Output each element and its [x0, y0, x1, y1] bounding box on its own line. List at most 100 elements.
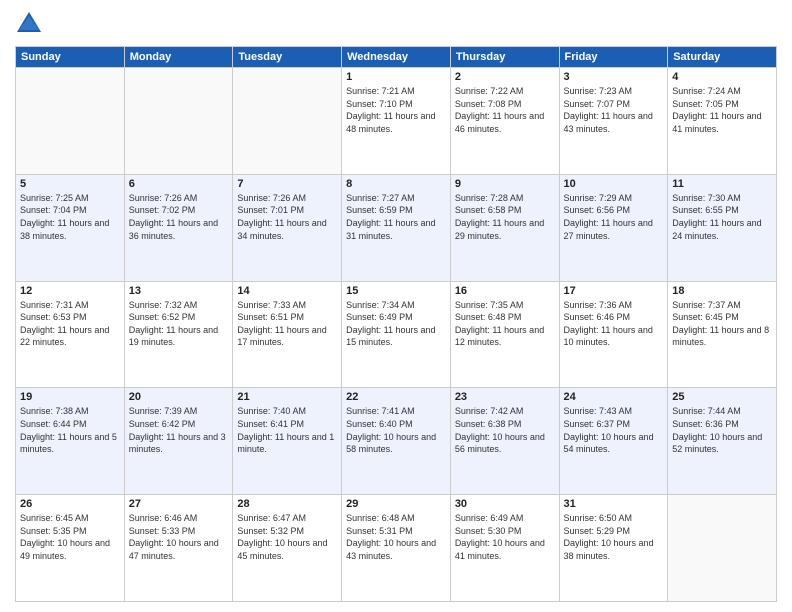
calendar-cell: 24 Sunrise: 7:43 AM Sunset: 6:37 PM Dayli… [559, 388, 668, 495]
calendar-header-monday: Monday [124, 47, 233, 68]
day-number: 28 [237, 498, 337, 510]
calendar-week-row: 1 Sunrise: 7:21 AM Sunset: 7:10 PM Daylig… [16, 68, 777, 175]
calendar-header-thursday: Thursday [450, 47, 559, 68]
calendar-cell: 20Sunrise: 7:39 AM Sunset: 6:42 PM Dayli… [124, 388, 233, 495]
calendar-cell: 9 Sunrise: 7:28 AM Sunset: 6:58 PM Daylig… [450, 174, 559, 281]
day-content: Sunrise: 7:37 AM Sunset: 6:45 PM Dayligh… [672, 299, 772, 349]
calendar-week-row: 12 Sunrise: 7:31 AM Sunset: 6:53 PM Dayli… [16, 281, 777, 388]
calendar-cell: 13 Sunrise: 7:32 AM Sunset: 6:52 PM Dayli… [124, 281, 233, 388]
day-number: 6 [129, 178, 229, 190]
day-content: Sunrise: 7:28 AM Sunset: 6:58 PM Dayligh… [455, 192, 555, 242]
day-number: 22 [346, 391, 446, 403]
calendar-header-tuesday: Tuesday [233, 47, 342, 68]
day-number: 23 [455, 391, 555, 403]
day-content: Sunrise: 7:42 AM Sunset: 6:38 PM Dayligh… [455, 405, 555, 455]
day-number: 2 [455, 71, 555, 83]
calendar-cell: 11 Sunrise: 7:30 AM Sunset: 6:55 PM Dayli… [668, 174, 777, 281]
calendar-cell: 28 Sunrise: 6:47 AM Sunset: 5:32 PM Dayli… [233, 495, 342, 602]
calendar-cell: 10Sunrise: 7:29 AM Sunset: 6:56 PM Dayli… [559, 174, 668, 281]
day-content: Sunrise: 7:23 AM Sunset: 7:07 PM Dayligh… [564, 85, 664, 135]
calendar-cell: 31 Sunrise: 6:50 AM Sunset: 5:29 PM Dayli… [559, 495, 668, 602]
calendar-week-row: 19 Sunrise: 7:38 AM Sunset: 6:44 PM Dayli… [16, 388, 777, 495]
calendar-cell: 14 Sunrise: 7:33 AM Sunset: 6:51 PM Dayli… [233, 281, 342, 388]
calendar-cell: 27 Sunrise: 6:46 AM Sunset: 5:33 PM Dayli… [124, 495, 233, 602]
day-content: Sunrise: 7:38 AM Sunset: 6:44 PM Dayligh… [20, 405, 120, 455]
day-content: Sunrise: 6:50 AM Sunset: 5:29 PM Dayligh… [564, 512, 664, 562]
calendar-cell: 12 Sunrise: 7:31 AM Sunset: 6:53 PM Dayli… [16, 281, 125, 388]
day-content: Sunrise: 6:47 AM Sunset: 5:32 PM Dayligh… [237, 512, 337, 562]
day-number: 31 [564, 498, 664, 510]
calendar-cell: 16Sunrise: 7:35 AM Sunset: 6:48 PM Dayli… [450, 281, 559, 388]
day-number: 12 [20, 285, 120, 297]
calendar-cell: 18Sunrise: 7:37 AM Sunset: 6:45 PM Dayli… [668, 281, 777, 388]
calendar-cell [124, 68, 233, 175]
calendar-week-row: 26 Sunrise: 6:45 AM Sunset: 5:35 PM Dayli… [16, 495, 777, 602]
day-number: 19 [20, 391, 120, 403]
day-content: Sunrise: 7:27 AM Sunset: 6:59 PM Dayligh… [346, 192, 446, 242]
day-number: 29 [346, 498, 446, 510]
day-number: 1 [346, 71, 446, 83]
day-number: 27 [129, 498, 229, 510]
day-number: 21 [237, 391, 337, 403]
calendar-cell: 2 Sunrise: 7:22 AM Sunset: 7:08 PM Daylig… [450, 68, 559, 175]
calendar-cell: 1 Sunrise: 7:21 AM Sunset: 7:10 PM Daylig… [342, 68, 451, 175]
day-content: Sunrise: 6:45 AM Sunset: 5:35 PM Dayligh… [20, 512, 120, 562]
day-number: 26 [20, 498, 120, 510]
calendar-cell: 7Sunrise: 7:26 AM Sunset: 7:01 PM Daylig… [233, 174, 342, 281]
day-content: Sunrise: 7:43 AM Sunset: 6:37 PM Dayligh… [564, 405, 664, 455]
day-number: 13 [129, 285, 229, 297]
day-number: 8 [346, 178, 446, 190]
calendar-cell: 26 Sunrise: 6:45 AM Sunset: 5:35 PM Dayli… [16, 495, 125, 602]
day-number: 7 [237, 178, 337, 190]
logo [15, 10, 47, 38]
day-content: Sunrise: 7:31 AM Sunset: 6:53 PM Dayligh… [20, 299, 120, 349]
calendar-cell: 23 Sunrise: 7:42 AM Sunset: 6:38 PM Dayli… [450, 388, 559, 495]
calendar-table: SundayMondayTuesdayWednesdayThursdayFrid… [15, 46, 777, 602]
day-number: 5 [20, 178, 120, 190]
calendar-header-wednesday: Wednesday [342, 47, 451, 68]
day-content: Sunrise: 7:24 AM Sunset: 7:05 PM Dayligh… [672, 85, 772, 135]
header [15, 10, 777, 38]
calendar-cell: 6 Sunrise: 7:26 AM Sunset: 7:02 PM Daylig… [124, 174, 233, 281]
calendar-cell: 17 Sunrise: 7:36 AM Sunset: 6:46 PM Dayli… [559, 281, 668, 388]
day-content: Sunrise: 7:22 AM Sunset: 7:08 PM Dayligh… [455, 85, 555, 135]
calendar-header-sunday: Sunday [16, 47, 125, 68]
day-number: 4 [672, 71, 772, 83]
day-content: Sunrise: 7:34 AM Sunset: 6:49 PM Dayligh… [346, 299, 446, 349]
day-number: 20 [129, 391, 229, 403]
day-number: 25 [672, 391, 772, 403]
day-content: Sunrise: 7:36 AM Sunset: 6:46 PM Dayligh… [564, 299, 664, 349]
calendar-cell [233, 68, 342, 175]
day-content: Sunrise: 6:46 AM Sunset: 5:33 PM Dayligh… [129, 512, 229, 562]
day-content: Sunrise: 7:25 AM Sunset: 7:04 PM Dayligh… [20, 192, 120, 242]
calendar-cell: 19 Sunrise: 7:38 AM Sunset: 6:44 PM Dayli… [16, 388, 125, 495]
day-number: 11 [672, 178, 772, 190]
calendar-week-row: 5 Sunrise: 7:25 AM Sunset: 7:04 PM Daylig… [16, 174, 777, 281]
calendar-cell: 3 Sunrise: 7:23 AM Sunset: 7:07 PM Daylig… [559, 68, 668, 175]
logo-icon [15, 10, 43, 38]
calendar-cell: 5 Sunrise: 7:25 AM Sunset: 7:04 PM Daylig… [16, 174, 125, 281]
day-content: Sunrise: 7:40 AM Sunset: 6:41 PM Dayligh… [237, 405, 337, 455]
day-content: Sunrise: 7:35 AM Sunset: 6:48 PM Dayligh… [455, 299, 555, 349]
day-number: 9 [455, 178, 555, 190]
calendar-cell [16, 68, 125, 175]
day-number: 14 [237, 285, 337, 297]
day-content: Sunrise: 7:30 AM Sunset: 6:55 PM Dayligh… [672, 192, 772, 242]
day-content: Sunrise: 7:44 AM Sunset: 6:36 PM Dayligh… [672, 405, 772, 455]
calendar-cell: 30Sunrise: 6:49 AM Sunset: 5:30 PM Dayli… [450, 495, 559, 602]
calendar-header-row: SundayMondayTuesdayWednesdayThursdayFrid… [16, 47, 777, 68]
calendar-cell: 22Sunrise: 7:41 AM Sunset: 6:40 PM Dayli… [342, 388, 451, 495]
day-number: 30 [455, 498, 555, 510]
day-content: Sunrise: 7:33 AM Sunset: 6:51 PM Dayligh… [237, 299, 337, 349]
day-number: 15 [346, 285, 446, 297]
day-number: 17 [564, 285, 664, 297]
day-number: 24 [564, 391, 664, 403]
day-content: Sunrise: 7:21 AM Sunset: 7:10 PM Dayligh… [346, 85, 446, 135]
calendar-cell [668, 495, 777, 602]
page: SundayMondayTuesdayWednesdayThursdayFrid… [0, 0, 792, 612]
calendar-cell: 8 Sunrise: 7:27 AM Sunset: 6:59 PM Daylig… [342, 174, 451, 281]
day-content: Sunrise: 7:26 AM Sunset: 7:02 PM Dayligh… [129, 192, 229, 242]
day-content: Sunrise: 7:32 AM Sunset: 6:52 PM Dayligh… [129, 299, 229, 349]
day-content: Sunrise: 6:48 AM Sunset: 5:31 PM Dayligh… [346, 512, 446, 562]
day-number: 3 [564, 71, 664, 83]
